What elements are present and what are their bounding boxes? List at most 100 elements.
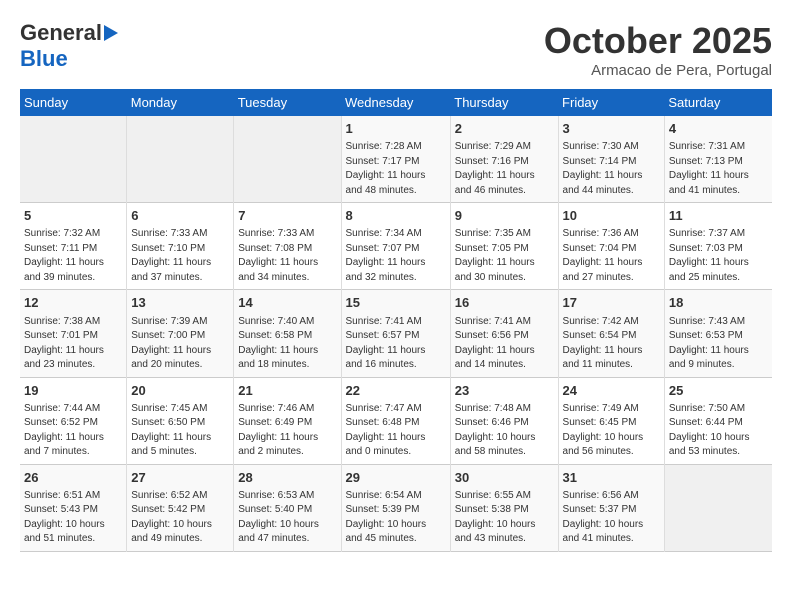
calendar-table: SundayMondayTuesdayWednesdayThursdayFrid… xyxy=(20,89,772,552)
calendar-cell: 25Sunrise: 7:50 AM Sunset: 6:44 PM Dayli… xyxy=(664,377,772,464)
calendar-header-row: SundayMondayTuesdayWednesdayThursdayFrid… xyxy=(20,89,772,116)
calendar-cell xyxy=(664,464,772,551)
calendar-week-row: 12Sunrise: 7:38 AM Sunset: 7:01 PM Dayli… xyxy=(20,290,772,377)
calendar-cell: 31 Sunrise: 6:56 AM Sunset: 5:37 PM Dayli… xyxy=(558,464,664,551)
header-thursday: Thursday xyxy=(450,89,558,116)
day-info: Sunrise: 7:46 AM Sunset: 6:49 PM Dayligh… xyxy=(238,402,336,460)
day-info: Sunrise: 7:30 AM Sunset: 7:14 PM Dayligh… xyxy=(563,140,660,198)
day-info: Sunrise: 6:53 AM Sunset: 5:40 PM Dayligh… xyxy=(238,489,336,547)
calendar-cell: 11 Sunrise: 7:37 AM Sunset: 7:03 PM Dayli… xyxy=(664,203,772,290)
calendar-cell: 10 Sunrise: 7:36 AM Sunset: 7:04 PM Dayli… xyxy=(558,203,664,290)
day-info: Sunrise: 7:35 AM Sunset: 7:05 PM Dayligh… xyxy=(455,227,554,285)
day-number: 3 xyxy=(563,120,660,138)
day-info: Sunrise: 7:33 AM Sunset: 7:08 PM Dayligh… xyxy=(238,227,336,285)
header-sunday: Sunday xyxy=(20,89,127,116)
day-info: Sunrise: 7:33 AM Sunset: 7:10 PM Dayligh… xyxy=(131,227,229,285)
day-info: Sunrise: 7:45 AM Sunset: 6:50 PM Dayligh… xyxy=(131,402,229,460)
calendar-cell: 28 Sunrise: 6:53 AM Sunset: 5:40 PM Dayli… xyxy=(234,464,341,551)
day-info: Sunrise: 6:56 AM Sunset: 5:37 PM Dayligh… xyxy=(563,489,660,547)
day-number: 17 xyxy=(563,294,660,312)
logo-blue-text: Blue xyxy=(20,46,68,71)
day-number: 7 xyxy=(238,207,336,225)
day-info: Sunrise: 7:41 AM Sunset: 6:56 PM Dayligh… xyxy=(455,315,554,373)
calendar-cell: 12Sunrise: 7:38 AM Sunset: 7:01 PM Dayli… xyxy=(20,290,127,377)
calendar-cell: 5Sunrise: 7:32 AM Sunset: 7:11 PM Daylig… xyxy=(20,203,127,290)
calendar-cell: 6 Sunrise: 7:33 AM Sunset: 7:10 PM Daylig… xyxy=(127,203,234,290)
calendar-cell xyxy=(20,116,127,203)
location-subtitle: Armacao de Pera, Portugal xyxy=(544,62,772,79)
day-info: Sunrise: 7:31 AM Sunset: 7:13 PM Dayligh… xyxy=(669,140,768,198)
day-number: 29 xyxy=(346,469,446,487)
day-number: 9 xyxy=(455,207,554,225)
calendar-cell xyxy=(234,116,341,203)
calendar-cell xyxy=(127,116,234,203)
day-info: Sunrise: 7:38 AM Sunset: 7:01 PM Dayligh… xyxy=(24,315,122,373)
calendar-cell: 15Sunrise: 7:41 AM Sunset: 6:57 PM Dayli… xyxy=(341,290,450,377)
day-info: Sunrise: 7:44 AM Sunset: 6:52 PM Dayligh… xyxy=(24,402,122,460)
calendar-week-row: 1 Sunrise: 7:28 AM Sunset: 7:17 PM Daylig… xyxy=(20,116,772,203)
logo-arrow-icon xyxy=(104,25,118,41)
day-number: 21 xyxy=(238,382,336,400)
calendar-cell: 8Sunrise: 7:34 AM Sunset: 7:07 PM Daylig… xyxy=(341,203,450,290)
calendar-cell: 24 Sunrise: 7:49 AM Sunset: 6:45 PM Dayli… xyxy=(558,377,664,464)
calendar-cell: 29 Sunrise: 6:54 AM Sunset: 5:39 PM Dayli… xyxy=(341,464,450,551)
calendar-week-row: 26 Sunrise: 6:51 AM Sunset: 5:43 PM Dayli… xyxy=(20,464,772,551)
day-info: Sunrise: 6:52 AM Sunset: 5:42 PM Dayligh… xyxy=(131,489,229,547)
day-info: Sunrise: 7:43 AM Sunset: 6:53 PM Dayligh… xyxy=(669,315,768,373)
day-number: 22 xyxy=(346,382,446,400)
day-number: 19 xyxy=(24,382,122,400)
calendar-cell: 7 Sunrise: 7:33 AM Sunset: 7:08 PM Daylig… xyxy=(234,203,341,290)
header-tuesday: Tuesday xyxy=(234,89,341,116)
day-number: 11 xyxy=(669,207,768,225)
day-number: 5 xyxy=(24,207,122,225)
day-info: Sunrise: 7:49 AM Sunset: 6:45 PM Dayligh… xyxy=(563,402,660,460)
calendar-cell: 19 Sunrise: 7:44 AM Sunset: 6:52 PM Dayli… xyxy=(20,377,127,464)
day-number: 4 xyxy=(669,120,768,138)
header-wednesday: Wednesday xyxy=(341,89,450,116)
calendar-cell: 18 Sunrise: 7:43 AM Sunset: 6:53 PM Dayli… xyxy=(664,290,772,377)
day-number: 10 xyxy=(563,207,660,225)
calendar-cell: 14Sunrise: 7:40 AM Sunset: 6:58 PM Dayli… xyxy=(234,290,341,377)
day-number: 1 xyxy=(346,120,446,138)
header-friday: Friday xyxy=(558,89,664,116)
day-number: 23 xyxy=(455,382,554,400)
day-number: 2 xyxy=(455,120,554,138)
day-info: Sunrise: 7:40 AM Sunset: 6:58 PM Dayligh… xyxy=(238,315,336,373)
calendar-cell: 17 Sunrise: 7:42 AM Sunset: 6:54 PM Dayli… xyxy=(558,290,664,377)
calendar-cell: 9 Sunrise: 7:35 AM Sunset: 7:05 PM Daylig… xyxy=(450,203,558,290)
day-number: 20 xyxy=(131,382,229,400)
header-monday: Monday xyxy=(127,89,234,116)
day-info: Sunrise: 7:36 AM Sunset: 7:04 PM Dayligh… xyxy=(563,227,660,285)
calendar-week-row: 19 Sunrise: 7:44 AM Sunset: 6:52 PM Dayli… xyxy=(20,377,772,464)
day-info: Sunrise: 7:34 AM Sunset: 7:07 PM Dayligh… xyxy=(346,227,446,285)
day-number: 13 xyxy=(131,294,229,312)
day-info: Sunrise: 7:29 AM Sunset: 7:16 PM Dayligh… xyxy=(455,140,554,198)
calendar-cell: 27Sunrise: 6:52 AM Sunset: 5:42 PM Dayli… xyxy=(127,464,234,551)
day-number: 30 xyxy=(455,469,554,487)
day-info: Sunrise: 7:39 AM Sunset: 7:00 PM Dayligh… xyxy=(131,315,229,373)
day-number: 25 xyxy=(669,382,768,400)
day-number: 26 xyxy=(24,469,122,487)
day-number: 31 xyxy=(563,469,660,487)
day-number: 16 xyxy=(455,294,554,312)
day-number: 6 xyxy=(131,207,229,225)
calendar-cell: 3 Sunrise: 7:30 AM Sunset: 7:14 PM Daylig… xyxy=(558,116,664,203)
day-info: Sunrise: 7:28 AM Sunset: 7:17 PM Dayligh… xyxy=(346,140,446,198)
day-info: Sunrise: 7:37 AM Sunset: 7:03 PM Dayligh… xyxy=(669,227,768,285)
day-info: Sunrise: 6:55 AM Sunset: 5:38 PM Dayligh… xyxy=(455,489,554,547)
day-number: 28 xyxy=(238,469,336,487)
header-saturday: Saturday xyxy=(664,89,772,116)
day-info: Sunrise: 7:42 AM Sunset: 6:54 PM Dayligh… xyxy=(563,315,660,373)
calendar-cell: 23Sunrise: 7:48 AM Sunset: 6:46 PM Dayli… xyxy=(450,377,558,464)
calendar-cell: 30 Sunrise: 6:55 AM Sunset: 5:38 PM Dayli… xyxy=(450,464,558,551)
calendar-cell: 1 Sunrise: 7:28 AM Sunset: 7:17 PM Daylig… xyxy=(341,116,450,203)
day-number: 18 xyxy=(669,294,768,312)
month-title: October 2025 xyxy=(544,20,772,62)
logo-text: General xyxy=(20,20,102,46)
calendar-cell: 13 Sunrise: 7:39 AM Sunset: 7:00 PM Dayli… xyxy=(127,290,234,377)
day-number: 24 xyxy=(563,382,660,400)
day-info: Sunrise: 6:51 AM Sunset: 5:43 PM Dayligh… xyxy=(24,489,122,547)
day-info: Sunrise: 6:54 AM Sunset: 5:39 PM Dayligh… xyxy=(346,489,446,547)
calendar-cell: 21 Sunrise: 7:46 AM Sunset: 6:49 PM Dayli… xyxy=(234,377,341,464)
calendar-cell: 22Sunrise: 7:47 AM Sunset: 6:48 PM Dayli… xyxy=(341,377,450,464)
